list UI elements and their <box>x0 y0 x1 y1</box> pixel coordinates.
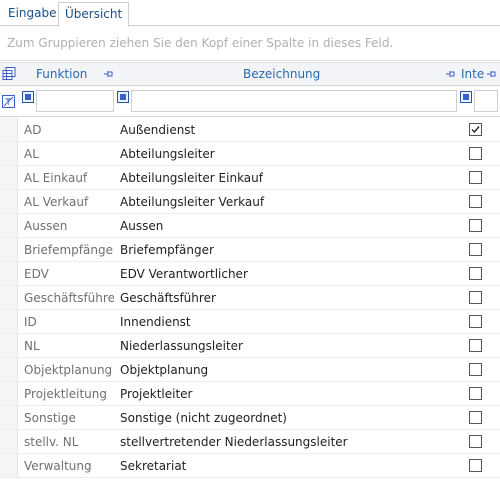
cell-funktion[interactable]: NL <box>24 334 114 358</box>
row-indicator[interactable] <box>0 286 18 309</box>
cell-funktion[interactable]: Objektplanung <box>24 358 114 382</box>
table-row[interactable]: AD Außendienst <box>0 118 500 142</box>
intern-checkbox[interactable] <box>469 195 482 208</box>
filter-icon[interactable] <box>460 91 472 103</box>
intern-checkbox[interactable] <box>469 267 482 280</box>
intern-checkbox[interactable] <box>469 411 482 424</box>
intern-checkbox[interactable] <box>469 459 482 472</box>
table-row[interactable]: AL Einkauf Abteilungsleiter Einkauf <box>0 166 500 190</box>
row-indicator[interactable] <box>0 382 18 405</box>
row-indicator[interactable] <box>0 334 18 357</box>
row-indicator[interactable] <box>0 190 18 213</box>
cell-funktion[interactable]: Geschäftsführe <box>24 286 114 310</box>
pin-icon[interactable] <box>445 67 457 81</box>
filter-input-intern[interactable] <box>474 90 498 112</box>
intern-checkbox[interactable] <box>469 387 482 400</box>
group-panel-hint: Zum Gruppieren ziehen Sie den Kopf einer… <box>7 36 394 50</box>
filter-input-funktion[interactable] <box>36 90 114 112</box>
column-header-intern[interactable]: Inte <box>461 63 484 86</box>
cell-funktion[interactable]: AL Verkauf <box>24 190 114 214</box>
tab-uebersicht[interactable]: Übersicht <box>58 2 130 27</box>
table-row[interactable]: Aussen Aussen <box>0 214 500 238</box>
cell-bezeichnung[interactable]: Sonstige (nicht zugeordnet) <box>120 406 460 430</box>
cell-funktion[interactable]: stellv. NL <box>24 430 114 454</box>
table-row[interactable]: Objektplanung Objektplanung <box>0 358 500 382</box>
cell-bezeichnung[interactable]: Niederlassungsleiter <box>120 334 460 358</box>
cell-bezeichnung[interactable]: Sekretariat <box>120 454 460 478</box>
intern-checkbox[interactable] <box>469 171 482 184</box>
row-indicator[interactable] <box>0 262 18 285</box>
cell-funktion[interactable]: Briefempfänge <box>24 238 114 262</box>
filter-icon[interactable] <box>22 91 34 103</box>
cell-bezeichnung[interactable]: Abteilungsleiter Verkauf <box>120 190 460 214</box>
cell-bezeichnung[interactable]: Innendienst <box>120 310 460 334</box>
row-indicator[interactable] <box>0 142 18 165</box>
row-indicator[interactable] <box>0 214 18 237</box>
column-header-bezeichnung[interactable]: Bezeichnung <box>243 63 320 86</box>
row-indicator[interactable] <box>0 166 18 189</box>
cell-bezeichnung[interactable]: Objektplanung <box>120 358 460 382</box>
intern-checkbox[interactable] <box>469 435 482 448</box>
cell-funktion[interactable]: AL <box>24 142 114 166</box>
row-indicator[interactable] <box>0 454 18 477</box>
table-row[interactable]: Briefempfänge Briefempfänger <box>0 238 500 262</box>
filter-icon[interactable] <box>117 91 129 103</box>
cell-bezeichnung[interactable]: Abteilungsleiter Einkauf <box>120 166 460 190</box>
table-row[interactable]: AL Verkauf Abteilungsleiter Verkauf <box>0 190 500 214</box>
table-row[interactable]: Geschäftsführe Geschäftsführer <box>0 286 500 310</box>
table-row[interactable]: Verwaltung Sekretariat <box>0 454 500 478</box>
row-indicator[interactable] <box>0 430 18 453</box>
pin-icon[interactable] <box>103 67 115 81</box>
intern-checkbox[interactable] <box>469 123 482 136</box>
row-indicator[interactable] <box>0 118 18 141</box>
table-row[interactable]: Projektleitung Projektleiter <box>0 382 500 406</box>
row-indicator[interactable] <box>0 406 18 429</box>
clear-filter-icon[interactable] <box>2 95 15 108</box>
cell-bezeichnung[interactable]: EDV Verantwortlicher <box>120 262 460 286</box>
cell-bezeichnung[interactable]: Außendienst <box>120 118 460 142</box>
intern-checkbox[interactable] <box>469 243 482 256</box>
group-by-panel[interactable]: Zum Gruppieren ziehen Sie den Kopf einer… <box>0 27 500 61</box>
table-row[interactable]: ID Innendienst <box>0 310 500 334</box>
table-row[interactable]: Sonstige Sonstige (nicht zugeordnet) <box>0 406 500 430</box>
intern-checkbox[interactable] <box>469 339 482 352</box>
cell-funktion[interactable]: ID <box>24 310 114 334</box>
tab-eingabe[interactable]: Eingabe <box>2 2 63 26</box>
column-header-funktion[interactable]: Funktion <box>36 63 87 86</box>
cell-funktion[interactable]: Sonstige <box>24 406 114 430</box>
intern-checkbox[interactable] <box>469 291 482 304</box>
intern-checkbox[interactable] <box>469 315 482 328</box>
intern-checkbox[interactable] <box>469 147 482 160</box>
cell-bezeichnung[interactable]: Geschäftsführer <box>120 286 460 310</box>
intern-checkbox[interactable] <box>469 363 482 376</box>
column-chooser-icon[interactable] <box>1 66 17 82</box>
cell-bezeichnung[interactable]: Aussen <box>120 214 460 238</box>
row-indicator[interactable] <box>0 310 18 333</box>
cell-bezeichnung[interactable]: Projektleiter <box>120 382 460 406</box>
pin-icon[interactable] <box>486 67 498 81</box>
cell-funktion[interactable]: EDV <box>24 262 114 286</box>
cell-funktion[interactable]: Aussen <box>24 214 114 238</box>
cell-funktion[interactable]: AD <box>24 118 114 142</box>
table-row[interactable]: stellv. NL stellvertretender Niederlassun… <box>0 430 500 454</box>
table-row[interactable]: NL Niederlassungsleiter <box>0 334 500 358</box>
intern-checkbox[interactable] <box>469 219 482 232</box>
table-row[interactable]: EDV EDV Verantwortlicher <box>0 262 500 286</box>
filter-row <box>0 87 500 117</box>
cell-bezeichnung[interactable]: Abteilungsleiter <box>120 142 460 166</box>
table-row[interactable]: AL Abteilungsleiter <box>0 142 500 166</box>
column-header-row: Funktion Bezeichnung Inte <box>0 62 500 86</box>
cell-funktion[interactable]: Projektleitung <box>24 382 114 406</box>
cell-funktion[interactable]: Verwaltung <box>24 454 114 478</box>
row-indicator[interactable] <box>0 358 18 381</box>
cell-funktion[interactable]: AL Einkauf <box>24 166 114 190</box>
tab-bar: Eingabe Übersicht <box>0 0 500 27</box>
data-grid-body: AD Außendienst AL Abteilungsleiter AL Einkau… <box>0 118 500 478</box>
cell-bezeichnung[interactable]: Briefempfänger <box>120 238 460 262</box>
cell-bezeichnung[interactable]: stellvertretender Niederlassungsleiter <box>120 430 460 454</box>
filter-input-bezeichnung[interactable] <box>131 90 457 112</box>
row-indicator[interactable] <box>0 238 18 261</box>
